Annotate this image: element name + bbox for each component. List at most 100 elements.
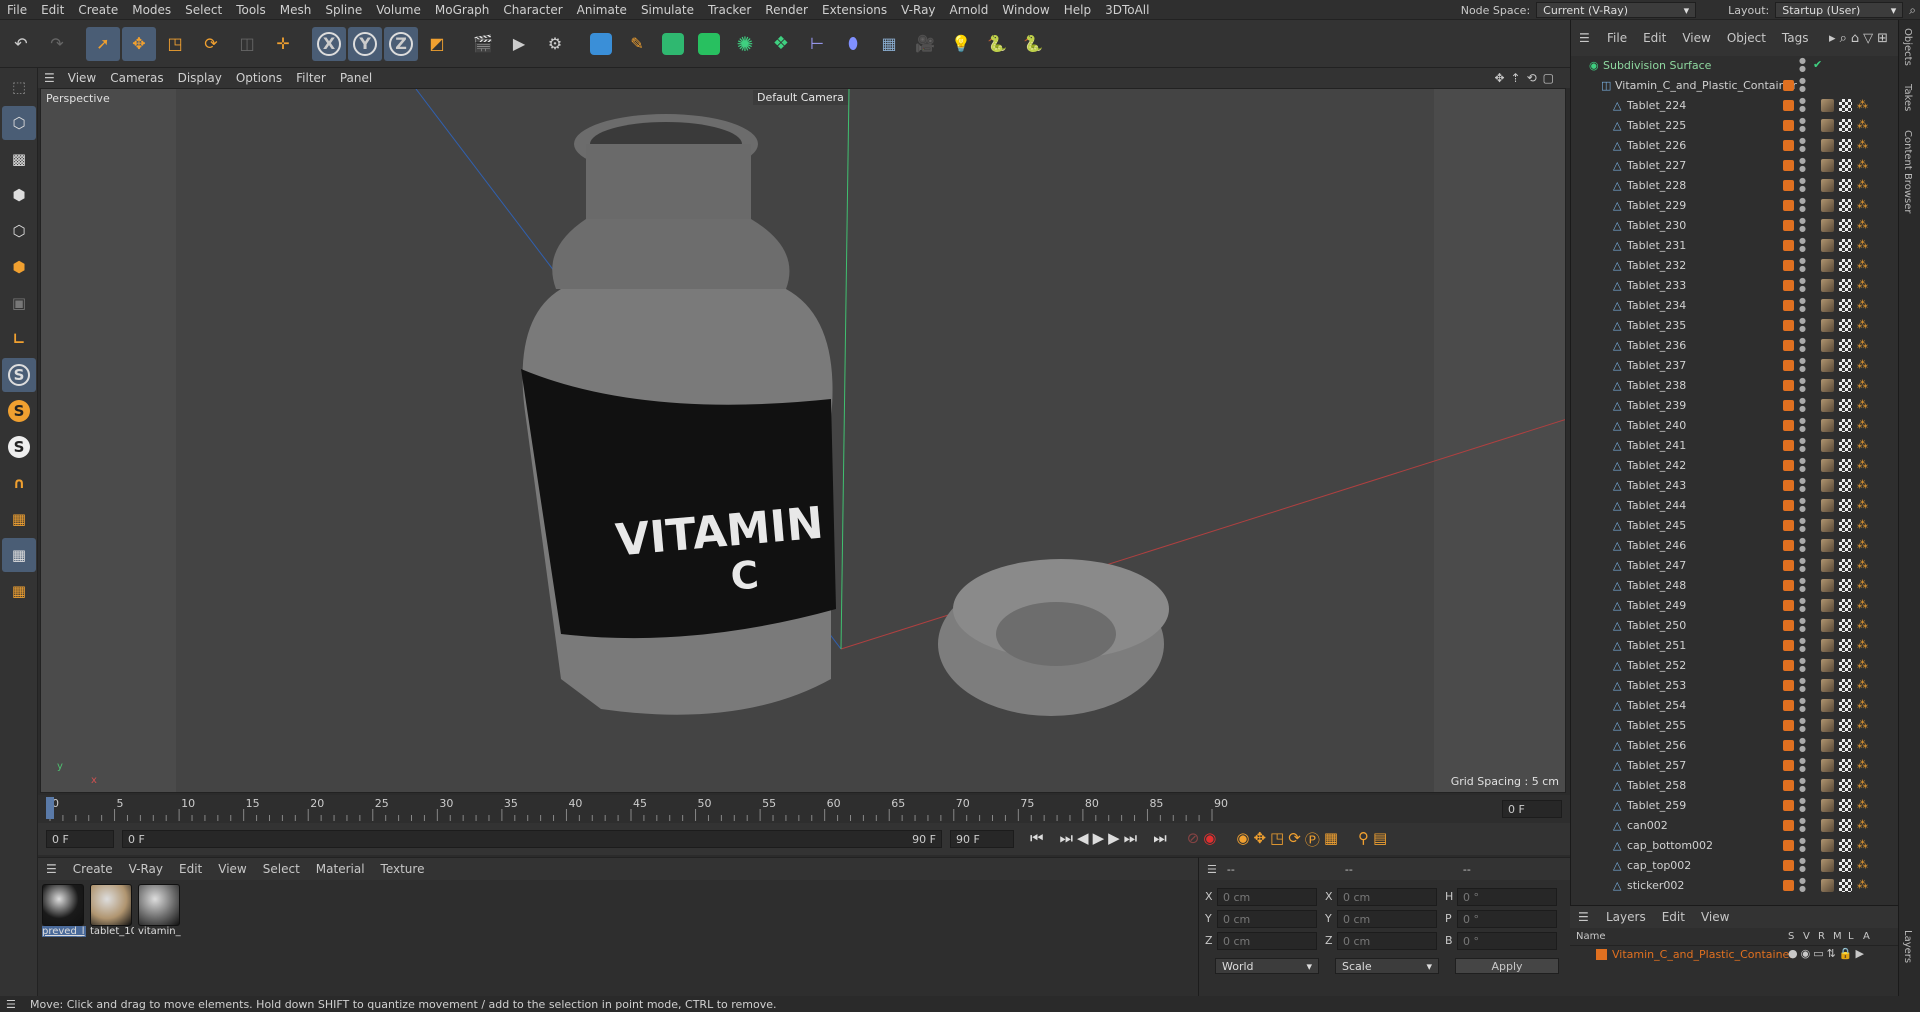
go-to-end-icon[interactable]: ⏭: [1153, 829, 1167, 850]
texture-tag-icon[interactable]: [1839, 259, 1852, 272]
texture-tag-icon[interactable]: [1839, 739, 1852, 752]
vray-tag-icon[interactable]: ⁂: [1857, 698, 1868, 711]
material-tag-icon[interactable]: [1821, 419, 1834, 432]
visibility-dots-icon[interactable]: ● ●: [1799, 237, 1806, 253]
key-pla-icon[interactable]: ▦: [1324, 829, 1338, 850]
object-row[interactable]: △ Tablet_228 ● ● ⁂: [1571, 176, 1899, 196]
object-row[interactable]: △ Tablet_250 ● ● ⁂: [1571, 616, 1899, 636]
layers-menu-layers[interactable]: Layers: [1598, 910, 1654, 924]
layer-color-tag[interactable]: [1783, 720, 1794, 731]
coord-field[interactable]: 0 °: [1457, 910, 1557, 928]
scale-mode-select[interactable]: Scale ▾: [1335, 958, 1439, 974]
layer-color-tag[interactable]: [1783, 780, 1794, 791]
object-row[interactable]: △ Tablet_240 ● ● ⁂: [1571, 416, 1899, 436]
layer-color-tag[interactable]: [1783, 460, 1794, 471]
light-button[interactable]: 💡: [944, 27, 978, 61]
vray-tag-icon[interactable]: ⁂: [1857, 578, 1868, 591]
layer-color-tag[interactable]: [1783, 120, 1794, 131]
texture-tag-icon[interactable]: [1839, 279, 1852, 292]
select-tool-button[interactable]: ➚: [86, 26, 120, 61]
texture-tag-icon[interactable]: [1839, 419, 1852, 432]
apply-button[interactable]: Apply: [1455, 958, 1559, 974]
vray-tag-icon[interactable]: ⁂: [1857, 838, 1868, 851]
objects-menu-tags[interactable]: Tags: [1774, 31, 1817, 45]
layer-color-tag[interactable]: [1783, 540, 1794, 551]
layer-row[interactable]: Vitamin_C_and_Plastic_Container ●◉▭⇅🔒▶: [1570, 946, 1898, 964]
material-tag-icon[interactable]: [1821, 639, 1834, 652]
visibility-dots-icon[interactable]: ● ●: [1799, 697, 1806, 713]
visibility-dots-icon[interactable]: ● ●: [1799, 117, 1806, 133]
menu-v-ray[interactable]: V-Ray: [894, 3, 942, 17]
material-tag-icon[interactable]: [1821, 799, 1834, 812]
object-row[interactable]: ◫ Vitamin_C_and_Plastic_Container ● ●: [1571, 76, 1899, 96]
layer-color-tag[interactable]: [1783, 560, 1794, 571]
tab-takes[interactable]: Takes: [1902, 84, 1913, 111]
layer-color-tag[interactable]: [1783, 300, 1794, 311]
object-row[interactable]: △ Tablet_235 ● ● ⁂: [1571, 316, 1899, 336]
end-frame-field[interactable]: 90 F: [950, 830, 1014, 848]
scale-tool-button[interactable]: ◳: [158, 27, 192, 61]
default-camera-label[interactable]: Default Camera: [753, 90, 848, 105]
extrude-button[interactable]: [692, 27, 726, 61]
texture-tag-icon[interactable]: [1839, 639, 1852, 652]
vray-tag-icon[interactable]: ⁂: [1857, 378, 1868, 391]
menu-tracker[interactable]: Tracker: [701, 3, 758, 17]
visibility-dots-icon[interactable]: ● ●: [1799, 277, 1806, 293]
layer-color-tag[interactable]: [1783, 580, 1794, 591]
visibility-dots-icon[interactable]: ● ●: [1799, 577, 1806, 593]
layer-color-tag[interactable]: [1783, 100, 1794, 111]
vray-tag-icon[interactable]: ⁂: [1857, 398, 1868, 411]
vray-tag-icon[interactable]: ⁂: [1857, 618, 1868, 631]
visibility-dots-icon[interactable]: ● ●: [1799, 337, 1806, 353]
deformer-button[interactable]: ⊢: [800, 27, 834, 61]
vray-tag-icon[interactable]: ⁂: [1857, 478, 1868, 491]
magnet-button[interactable]: ∩: [2, 466, 36, 500]
coordinate-system-button[interactable]: ◩: [420, 27, 454, 61]
camera-button[interactable]: 🎥: [908, 27, 942, 61]
object-row[interactable]: △ Tablet_246 ● ● ⁂: [1571, 536, 1899, 556]
material-tag-icon[interactable]: [1821, 759, 1834, 772]
vray-tag-icon[interactable]: ⁂: [1857, 758, 1868, 771]
visibility-dots-icon[interactable]: ● ●: [1799, 857, 1806, 873]
visibility-dots-icon[interactable]: ● ●: [1799, 397, 1806, 413]
spline-pen-button[interactable]: ✎: [620, 27, 654, 61]
object-row[interactable]: △ Tablet_224 ● ● ⁂: [1571, 96, 1899, 116]
edge-mode-button[interactable]: ⬡: [2, 214, 36, 248]
object-row[interactable]: △ Tablet_255 ● ● ⁂: [1571, 716, 1899, 736]
texture-tag-icon[interactable]: [1839, 759, 1852, 772]
material-menu-select[interactable]: Select: [255, 862, 308, 876]
uv-mode-button[interactable]: ▣: [2, 286, 36, 320]
texture-tag-icon[interactable]: [1839, 699, 1852, 712]
objects-menu-file[interactable]: File: [1599, 31, 1635, 45]
previous-key-icon[interactable]: ⏭: [1060, 829, 1074, 850]
coord-field[interactable]: 0 °: [1457, 932, 1557, 950]
texture-mode-button[interactable]: ▩: [2, 142, 36, 176]
layer-color-tag[interactable]: [1783, 740, 1794, 751]
objects-toolbar-icons[interactable]: ▸⌕⌂▽⊞: [1829, 31, 1892, 46]
hamburger-icon[interactable]: ☰: [6, 998, 16, 1011]
layers-menu-edit[interactable]: Edit: [1654, 910, 1693, 924]
vray-tag-icon[interactable]: ⁂: [1857, 498, 1868, 511]
visibility-dots-icon[interactable]: ● ●: [1799, 317, 1806, 333]
object-row[interactable]: △ Tablet_258 ● ● ⁂: [1571, 776, 1899, 796]
timeline-ruler[interactable]: 0 5 10 15 20 25 30 35 40 45 50 55 60 65 70 75 80 85 90 0 F: [38, 795, 1570, 823]
redo-button[interactable]: ↷: [40, 27, 74, 61]
menu-help[interactable]: Help: [1057, 3, 1098, 17]
visibility-dots-icon[interactable]: ● ●: [1799, 717, 1806, 733]
material-tag-icon[interactable]: [1821, 259, 1834, 272]
coord-field[interactable]: 0 cm: [1217, 888, 1317, 906]
menu-3dtoall[interactable]: 3DToAll: [1098, 3, 1156, 17]
layer-color-tag[interactable]: [1783, 440, 1794, 451]
material-swatch[interactable]: preved_l: [42, 884, 86, 946]
layers-menu-view[interactable]: View: [1693, 910, 1737, 924]
texture-tag-icon[interactable]: [1839, 839, 1852, 852]
next-key-icon[interactable]: ⏭: [1124, 829, 1138, 850]
layer-color-tag[interactable]: [1783, 680, 1794, 691]
visibility-dots-icon[interactable]: ● ●: [1799, 657, 1806, 673]
material-tag-icon[interactable]: [1821, 739, 1834, 752]
objects-menu-view[interactable]: View: [1674, 31, 1718, 45]
vray-tag-icon[interactable]: ⁂: [1857, 258, 1868, 271]
texture-tag-icon[interactable]: [1839, 619, 1852, 632]
coordinate-mode-select[interactable]: World ▾: [1215, 958, 1319, 974]
layer-color-tag[interactable]: [1783, 660, 1794, 671]
